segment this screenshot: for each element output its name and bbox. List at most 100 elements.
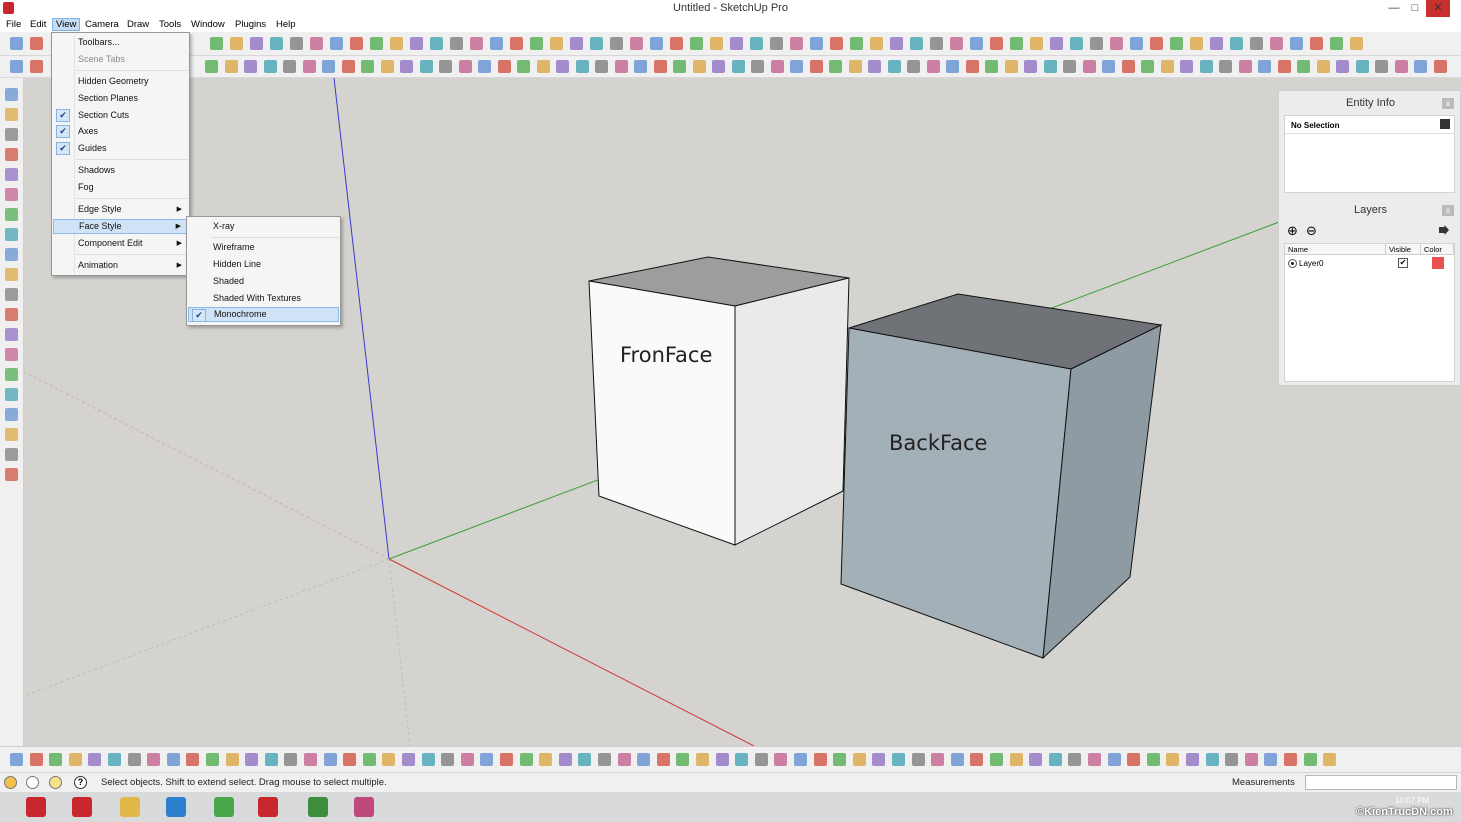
toolbar-tool-icon[interactable] xyxy=(1323,753,1337,766)
toolbar-tool-icon[interactable] xyxy=(990,753,1003,766)
toolbar-tool-icon[interactable] xyxy=(536,60,550,73)
layer-name[interactable]: Layer0 xyxy=(1299,259,1323,268)
toolbar-tool-icon[interactable] xyxy=(30,37,43,50)
toolbar-tool-icon[interactable] xyxy=(907,60,920,73)
toolbar-tool-icon[interactable] xyxy=(205,60,218,73)
sketchup-layout-icon[interactable] xyxy=(14,794,58,820)
toolbar-tool-icon[interactable] xyxy=(49,753,63,766)
toolbar-tool-icon[interactable] xyxy=(1284,753,1297,766)
toolbar-tool-icon[interactable] xyxy=(421,753,435,766)
toolbar-tool-icon[interactable] xyxy=(1336,60,1349,73)
toolbar-tool-icon[interactable] xyxy=(330,37,343,50)
toolbar-tool-icon[interactable] xyxy=(264,753,278,766)
toolbar-tool-icon[interactable] xyxy=(890,37,903,50)
toolbar-tool-icon[interactable] xyxy=(774,753,788,766)
menu-view[interactable]: View xyxy=(52,18,81,31)
toolbar-tool-icon[interactable] xyxy=(673,60,686,73)
toolbar-tool-icon[interactable] xyxy=(263,60,277,73)
geo-location-icon[interactable] xyxy=(4,776,17,789)
toolbar-tool-icon[interactable] xyxy=(1110,37,1123,50)
toolbar-tool-icon[interactable] xyxy=(458,60,472,73)
left-tool-icon[interactable] xyxy=(5,328,18,341)
left-tool-icon[interactable] xyxy=(5,268,18,281)
toolbar-tool-icon[interactable] xyxy=(419,60,433,73)
toolbar-tool-icon[interactable] xyxy=(985,60,998,73)
toolbar-tool-icon[interactable] xyxy=(1166,753,1180,766)
toolbar-tool-icon[interactable] xyxy=(1355,60,1369,73)
toolbar-tool-icon[interactable] xyxy=(794,753,807,766)
toolbar-tool-icon[interactable] xyxy=(751,60,764,73)
menu-camera[interactable]: Camera xyxy=(82,18,122,31)
layer-color-swatch[interactable] xyxy=(1432,257,1444,269)
toolbar-tool-icon[interactable] xyxy=(304,753,317,766)
toolbar-tool-icon[interactable] xyxy=(166,753,180,766)
left-tool-icon[interactable] xyxy=(5,308,18,321)
toolbar-tool-icon[interactable] xyxy=(950,37,963,50)
add-layer-icon[interactable]: ⊕ xyxy=(1287,224,1298,237)
toolbar-tool-icon[interactable] xyxy=(990,37,1003,50)
toolbar-tool-icon[interactable] xyxy=(310,37,323,50)
toolbar-tool-icon[interactable] xyxy=(10,60,23,73)
toolbar-tool-icon[interactable] xyxy=(362,753,376,766)
toolbar-tool-icon[interactable] xyxy=(637,753,651,766)
toolbar-tool-icon[interactable] xyxy=(868,60,881,73)
toolbar-tool-icon[interactable] xyxy=(692,60,706,73)
toolbar-tool-icon[interactable] xyxy=(730,37,743,50)
toolbar-tool-icon[interactable] xyxy=(570,37,583,50)
layer-visible-checkbox[interactable]: ✔ xyxy=(1398,258,1408,268)
toolbar-tool-icon[interactable] xyxy=(1050,37,1063,50)
toolbar-tool-icon[interactable] xyxy=(1180,60,1193,73)
toolbar-tool-icon[interactable] xyxy=(1029,753,1043,766)
toolbar-tool-icon[interactable] xyxy=(595,60,608,73)
toolbar-tool-icon[interactable] xyxy=(517,60,530,73)
menu-edit[interactable]: Edit xyxy=(27,18,49,31)
photo-app-icon[interactable] xyxy=(202,794,246,820)
toolbar-tool-icon[interactable] xyxy=(1068,753,1082,766)
toolbar-tool-icon[interactable] xyxy=(1088,753,1101,766)
toolbar-tool-icon[interactable] xyxy=(186,753,200,766)
toolbar-tool-icon[interactable] xyxy=(1130,37,1143,50)
toolbar-tool-icon[interactable] xyxy=(370,37,383,50)
toolbar-tool-icon[interactable] xyxy=(1121,60,1135,73)
toolbar-tool-icon[interactable] xyxy=(10,37,23,50)
toolbar-tool-icon[interactable] xyxy=(696,753,709,766)
toolbar-tool-icon[interactable] xyxy=(770,37,783,50)
paint-icon[interactable] xyxy=(342,794,386,820)
toolbar-tool-icon[interactable] xyxy=(225,753,239,766)
menu-item-face-style[interactable]: Face Style ▶ xyxy=(53,219,188,234)
toolbar-tool-icon[interactable] xyxy=(790,60,803,73)
toolbar-tool-icon[interactable] xyxy=(1107,753,1121,766)
left-tool-icon[interactable] xyxy=(5,228,18,241)
toolbar-tool-icon[interactable] xyxy=(810,37,823,50)
toolbar-tool-icon[interactable] xyxy=(1102,60,1115,73)
toolbar-tool-icon[interactable] xyxy=(770,60,784,73)
toolbar-tool-icon[interactable] xyxy=(556,60,569,73)
toolbar-tool-icon[interactable] xyxy=(1024,60,1037,73)
toolbar-tool-icon[interactable] xyxy=(1270,37,1283,50)
toolbar-tool-icon[interactable] xyxy=(1146,753,1160,766)
left-tool-icon[interactable] xyxy=(5,188,18,201)
toolbar-tool-icon[interactable] xyxy=(519,753,533,766)
toolbar-tool-icon[interactable] xyxy=(634,60,647,73)
front-face-box[interactable] xyxy=(588,256,850,546)
toolbar-tool-icon[interactable] xyxy=(539,753,553,766)
toolbar-tool-icon[interactable] xyxy=(1244,753,1258,766)
toolbar-tool-icon[interactable] xyxy=(302,60,316,73)
toolbar-tool-icon[interactable] xyxy=(1186,753,1199,766)
toolbar-tool-icon[interactable] xyxy=(1316,60,1330,73)
left-tool-icon[interactable] xyxy=(5,368,18,381)
toolbar-tool-icon[interactable] xyxy=(1303,753,1317,766)
toolbar-tool-icon[interactable] xyxy=(1170,37,1183,50)
toolbar-tool-icon[interactable] xyxy=(1190,37,1203,50)
toolbar-tool-icon[interactable] xyxy=(931,753,945,766)
scene-canvas[interactable] xyxy=(24,78,1461,746)
menu-item-section-cuts[interactable]: ✔ Section Cuts xyxy=(53,108,188,123)
toolbar-tool-icon[interactable] xyxy=(147,753,161,766)
toolbar-tool-icon[interactable] xyxy=(1141,60,1154,73)
left-tool-icon[interactable] xyxy=(5,348,18,361)
menu-item-toolbars[interactable]: Toolbars... xyxy=(53,35,188,50)
toolbar-tool-icon[interactable] xyxy=(1205,753,1219,766)
toolbar-tool-icon[interactable] xyxy=(1238,60,1252,73)
toolbar-tool-icon[interactable] xyxy=(230,37,243,50)
toolbar-tool-icon[interactable] xyxy=(250,37,263,50)
